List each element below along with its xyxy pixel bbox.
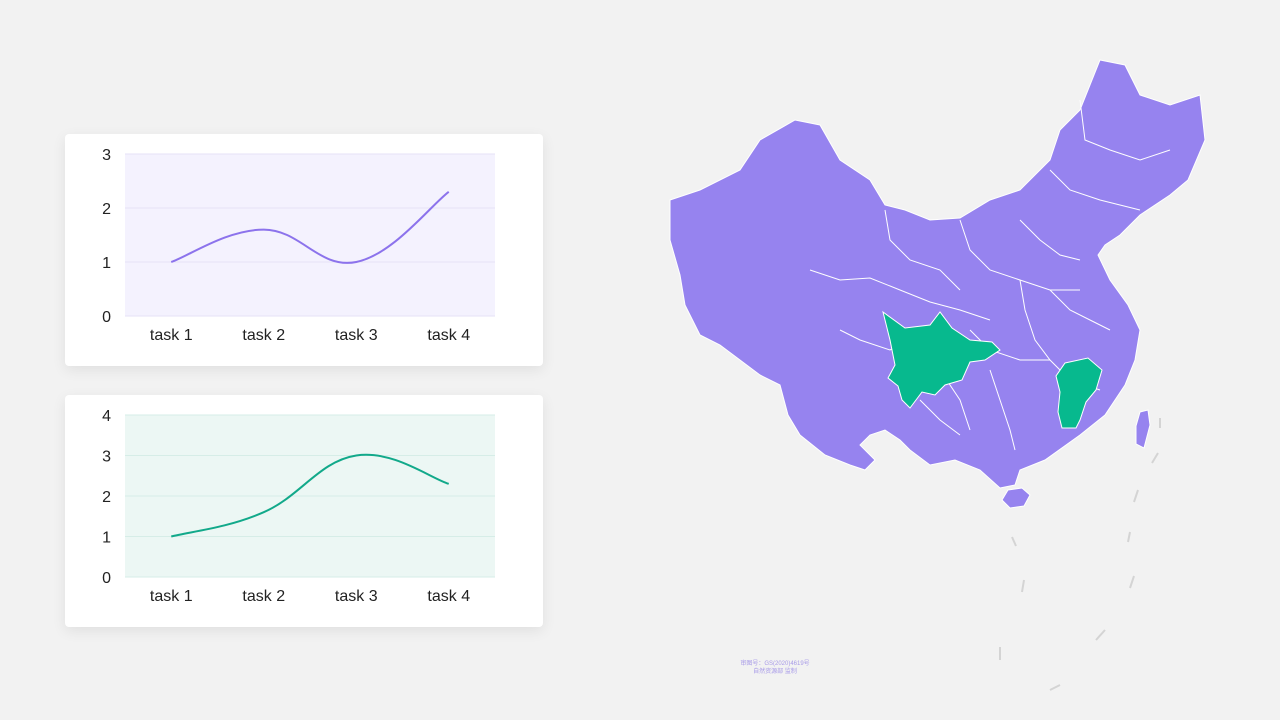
map-review-number: 审图号：GS(2020)4619号 bbox=[740, 661, 810, 667]
chart-card-1: 0 1 2 3 task 1 task 2 task 3 task 4 bbox=[65, 134, 543, 366]
y-tick-label: 4 bbox=[102, 408, 111, 425]
line-chart-1: 0 1 2 3 task 1 task 2 task 3 task 4 bbox=[102, 147, 495, 344]
china-map bbox=[669, 59, 1206, 691]
y-tick-label: 2 bbox=[102, 201, 111, 218]
y-tick-label: 3 bbox=[102, 449, 111, 466]
plot-area bbox=[125, 154, 495, 316]
map-region-hainan[interactable] bbox=[1001, 487, 1031, 509]
y-tick-label: 0 bbox=[102, 570, 111, 587]
x-tick-label: task 4 bbox=[427, 588, 470, 605]
x-tick-label: task 1 bbox=[150, 588, 193, 605]
x-tick-label: task 2 bbox=[242, 327, 285, 344]
x-tick-label: task 3 bbox=[335, 327, 378, 344]
y-tick-label: 0 bbox=[102, 309, 111, 326]
y-tick-label: 2 bbox=[102, 489, 111, 506]
map-region-mainland[interactable] bbox=[669, 59, 1206, 489]
map-supervisor: 自然资源部 监制 bbox=[753, 669, 797, 675]
y-tick-label: 1 bbox=[102, 255, 111, 272]
chart-card-2: 0 1 2 3 4 task 1 task 2 task 3 task 4 bbox=[65, 395, 543, 627]
map-region-taiwan[interactable] bbox=[1135, 409, 1151, 449]
x-tick-label: task 2 bbox=[242, 588, 285, 605]
x-tick-label: task 3 bbox=[335, 588, 378, 605]
map-footer: 审图号：GS(2020)4619号 自然资源部 监制 bbox=[720, 660, 830, 676]
x-tick-label: task 1 bbox=[150, 327, 193, 344]
line-chart-2: 0 1 2 3 4 task 1 task 2 task 3 task 4 bbox=[102, 408, 495, 605]
y-tick-label: 3 bbox=[102, 147, 111, 164]
y-tick-label: 1 bbox=[102, 530, 111, 547]
x-tick-label: task 4 bbox=[427, 327, 470, 344]
